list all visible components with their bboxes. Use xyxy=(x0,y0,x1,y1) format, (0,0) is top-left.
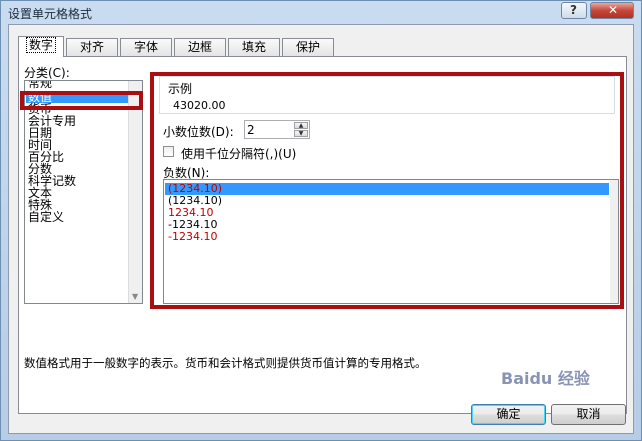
category-list[interactable]: 常规 数值 货币 会计专用 日期 时间 百分比 分数 科学记数 文本 特殊 自定… xyxy=(24,80,143,304)
negative-numbers-list[interactable]: (1234.10) (1234.10) 1234.10 -1234.10 -12… xyxy=(163,179,619,304)
sample-label: 示例 xyxy=(168,82,193,96)
tab-font[interactable]: 字体 xyxy=(120,38,172,56)
category-item-general[interactable]: 常规 xyxy=(28,81,52,89)
thousands-separator-checkbox[interactable] xyxy=(163,146,174,157)
negative-list-scrollbar[interactable] xyxy=(610,180,618,303)
sample-box xyxy=(159,76,615,114)
negative-option-5[interactable]: -1234.10 xyxy=(168,231,217,243)
negative-option-1[interactable]: (1234.10) xyxy=(165,183,609,195)
title-bar[interactable]: 设置单元格格式 ? ✕ xyxy=(1,1,641,23)
tab-border[interactable]: 边框 xyxy=(174,38,226,56)
ok-button[interactable]: 确定 xyxy=(471,404,546,425)
category-label: 分类(C): xyxy=(24,66,70,80)
thousands-separator-label[interactable]: 使用千位分隔符(,)(U) xyxy=(181,145,296,162)
tab-number[interactable]: 数字 xyxy=(18,36,64,57)
format-description: 数值格式用于一般数字的表示。货币和会计格式则提供货币值计算的专用格式。 xyxy=(24,356,427,370)
decimal-places-input[interactable] xyxy=(247,122,291,137)
decimal-places-stepper[interactable]: ▲ ▼ xyxy=(244,120,310,139)
scroll-down-icon[interactable]: ▼ xyxy=(132,292,138,301)
decimal-places-label: 小数位数(D): xyxy=(163,125,234,139)
help-icon: ? xyxy=(570,3,577,17)
format-cells-dialog: 设置单元格格式 ? ✕ 数字 对齐 字体 边框 填充 保护 分类(C): 常规 … xyxy=(0,0,642,441)
spin-up-icon[interactable]: ▲ xyxy=(294,122,308,129)
tab-alignment[interactable]: 对齐 xyxy=(66,38,118,56)
tab-protection[interactable]: 保护 xyxy=(282,38,334,56)
number-tab-panel: 分类(C): 常规 数值 货币 会计专用 日期 时间 百分比 分数 科学记数 文… xyxy=(18,56,627,414)
sample-value: 43020.00 xyxy=(173,99,226,112)
spin-down-icon[interactable]: ▼ xyxy=(294,130,308,137)
category-scrollbar[interactable]: ▼ xyxy=(128,81,142,303)
close-icon: ✕ xyxy=(608,3,619,17)
category-item-custom[interactable]: 自定义 xyxy=(28,211,64,223)
cancel-button[interactable]: 取消 xyxy=(551,404,626,425)
watermark-logo: Baidu 经验 xyxy=(501,369,590,388)
dialog-title: 设置单元格格式 xyxy=(8,7,93,21)
help-button[interactable]: ? xyxy=(561,2,587,19)
close-button[interactable]: ✕ xyxy=(590,2,634,19)
tab-fill[interactable]: 填充 xyxy=(228,38,280,56)
